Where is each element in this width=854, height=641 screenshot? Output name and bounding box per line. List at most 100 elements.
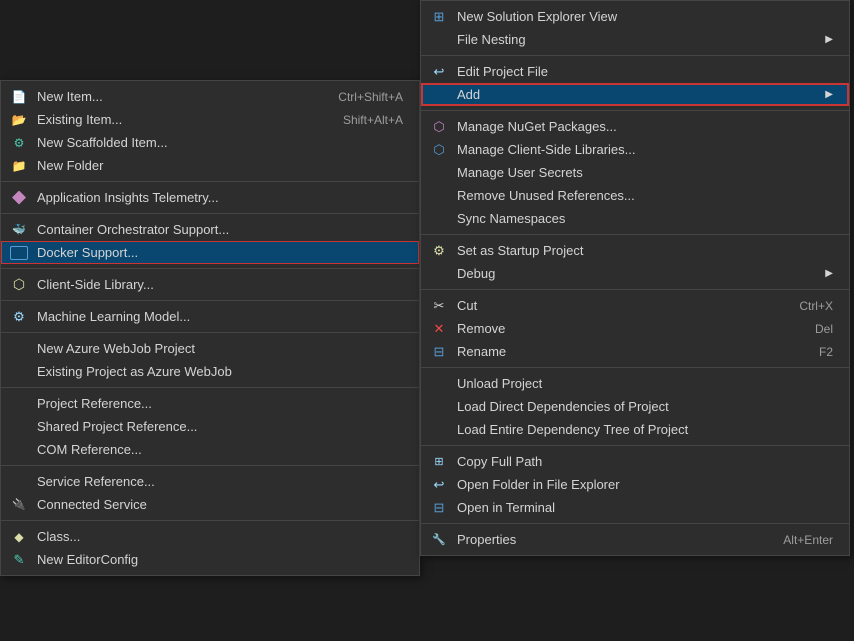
- menu-item-label: New Folder: [37, 158, 403, 173]
- menu-item-shortcut: Ctrl+Shift+A: [318, 90, 403, 104]
- add-submenu: New Item...Ctrl+Shift+AExisting Item...S…: [0, 80, 420, 576]
- right-menu-item-add[interactable]: Add▶: [421, 83, 849, 106]
- left-menu-item-class[interactable]: Class...: [1, 525, 419, 548]
- menu-item-label: Manage NuGet Packages...: [457, 119, 833, 134]
- menu-item-label: Connected Service: [37, 497, 403, 512]
- right-menu-item-sync-namespaces[interactable]: Sync Namespaces: [421, 207, 849, 230]
- copy-icon: [429, 452, 449, 472]
- left-menu-item-container-orchestrator[interactable]: Container Orchestrator Support...: [1, 218, 419, 241]
- left-menu-item-docker-support[interactable]: Docker Support...: [1, 241, 419, 264]
- menu-separator: [421, 55, 849, 56]
- nuget-icon: [429, 117, 449, 137]
- right-menu-item-open-terminal[interactable]: Open in Terminal: [421, 496, 849, 519]
- docker-icon: [9, 243, 29, 263]
- right-menu-item-debug[interactable]: Debug▶: [421, 262, 849, 285]
- menu-item-label: Application Insights Telemetry...: [37, 190, 403, 205]
- menu-item-label: Remove Unused References...: [457, 188, 833, 203]
- ml-icon: [9, 307, 29, 327]
- menu-separator: [421, 367, 849, 368]
- terminal-icon: [429, 498, 449, 518]
- menu-separator: [1, 181, 419, 182]
- menu-item-shortcut: Del: [795, 322, 833, 336]
- menu-item-shortcut: Shift+Alt+A: [323, 113, 403, 127]
- right-menu-item-edit-project-file[interactable]: Edit Project File: [421, 60, 849, 83]
- menu-item-label: Unload Project: [457, 376, 833, 391]
- left-menu-item-new-scaffolded[interactable]: New Scaffolded Item...: [1, 131, 419, 154]
- menu-item-label: Service Reference...: [37, 474, 403, 489]
- menu-item-label: Sync Namespaces: [457, 211, 833, 226]
- menu-item-label: Debug: [457, 266, 825, 281]
- left-menu-item-shared-project-ref[interactable]: Shared Project Reference...: [1, 415, 419, 438]
- menu-separator: [1, 387, 419, 388]
- left-menu-item-new-folder[interactable]: New Folder: [1, 154, 419, 177]
- menu-item-label: New Scaffolded Item...: [37, 135, 403, 150]
- class-icon: [9, 527, 29, 547]
- menu-item-label: Edit Project File: [457, 64, 833, 79]
- menu-item-label: COM Reference...: [37, 442, 403, 457]
- menu-separator: [1, 520, 419, 521]
- menu-separator: [1, 213, 419, 214]
- menu-separator: [1, 465, 419, 466]
- left-menu-item-service-ref[interactable]: Service Reference...: [1, 470, 419, 493]
- editorconfig-icon: [9, 550, 29, 570]
- right-menu-item-rename[interactable]: RenameF2: [421, 340, 849, 363]
- left-menu-item-connected-service[interactable]: Connected Service: [1, 493, 419, 516]
- left-menu-item-project-ref[interactable]: Project Reference...: [1, 392, 419, 415]
- explorer-icon: [429, 7, 449, 27]
- right-menu-item-copy-full-path[interactable]: Copy Full Path: [421, 450, 849, 473]
- menu-separator: [421, 445, 849, 446]
- menu-item-label: Project Reference...: [37, 396, 403, 411]
- left-menu-item-existing-azure[interactable]: Existing Project as Azure WebJob: [1, 360, 419, 383]
- menu-item-label: Set as Startup Project: [457, 243, 833, 258]
- right-menu-item-remove-unused-refs[interactable]: Remove Unused References...: [421, 184, 849, 207]
- edit-icon: [429, 62, 449, 82]
- menu-item-label: Rename: [457, 344, 799, 359]
- menu-item-label: New EditorConfig: [37, 552, 403, 567]
- right-menu-item-properties[interactable]: PropertiesAlt+Enter: [421, 528, 849, 551]
- right-menu-item-manage-user-secrets[interactable]: Manage User Secrets: [421, 161, 849, 184]
- right-menu-item-open-folder-explorer[interactable]: Open Folder in File Explorer: [421, 473, 849, 496]
- menu-separator: [421, 110, 849, 111]
- rename-icon: [429, 342, 449, 362]
- left-menu-item-com-ref[interactable]: COM Reference...: [1, 438, 419, 461]
- right-menu-item-cut[interactable]: CutCtrl+X: [421, 294, 849, 317]
- menu-item-label: Class...: [37, 529, 403, 544]
- main-context-menu: New Solution Explorer ViewFile Nesting▶E…: [420, 0, 850, 556]
- menu-separator: [1, 332, 419, 333]
- menu-separator: [1, 300, 419, 301]
- right-menu-item-remove[interactable]: RemoveDel: [421, 317, 849, 340]
- left-menu-item-new-item[interactable]: New Item...Ctrl+Shift+A: [1, 85, 419, 108]
- menu-item-label: Open Folder in File Explorer: [457, 477, 833, 492]
- menu-item-label: Cut: [457, 298, 779, 313]
- menu-item-label: Manage User Secrets: [457, 165, 833, 180]
- left-menu-item-azure-webjob[interactable]: New Azure WebJob Project: [1, 337, 419, 360]
- right-menu-item-load-direct-deps[interactable]: Load Direct Dependencies of Project: [421, 395, 849, 418]
- folder-icon: [9, 156, 29, 176]
- menu-item-label: File Nesting: [457, 32, 825, 47]
- right-menu-item-unload-project[interactable]: Unload Project: [421, 372, 849, 395]
- container-icon: [9, 220, 29, 240]
- right-menu-item-file-nesting[interactable]: File Nesting▶: [421, 28, 849, 51]
- menu-item-label: Docker Support...: [37, 245, 403, 260]
- left-menu-item-new-editorconfig[interactable]: New EditorConfig: [1, 548, 419, 571]
- menu-item-label: Add: [457, 87, 825, 102]
- left-menu-item-ml-model[interactable]: Machine Learning Model...: [1, 305, 419, 328]
- cut-icon: [429, 296, 449, 316]
- left-menu-item-app-insights[interactable]: Application Insights Telemetry...: [1, 186, 419, 209]
- properties-icon: [429, 530, 449, 550]
- new-item-icon: [9, 87, 29, 107]
- menu-item-label: Existing Item...: [37, 112, 323, 127]
- left-menu-item-client-side-lib[interactable]: Client-Side Library...: [1, 273, 419, 296]
- submenu-arrow-icon: ▶: [825, 89, 833, 100]
- right-menu-item-load-entire-tree[interactable]: Load Entire Dependency Tree of Project: [421, 418, 849, 441]
- menu-item-shortcut: F2: [799, 345, 833, 359]
- menu-item-label: Load Direct Dependencies of Project: [457, 399, 833, 414]
- right-menu-item-manage-nuget[interactable]: Manage NuGet Packages...: [421, 115, 849, 138]
- menu-item-label: Machine Learning Model...: [37, 309, 403, 324]
- right-menu-item-new-solution-explorer[interactable]: New Solution Explorer View: [421, 5, 849, 28]
- menu-separator: [421, 289, 849, 290]
- right-menu-item-set-startup[interactable]: Set as Startup Project: [421, 239, 849, 262]
- existing-icon: [9, 110, 29, 130]
- left-menu-item-existing-item[interactable]: Existing Item...Shift+Alt+A: [1, 108, 419, 131]
- right-menu-item-manage-client-libs[interactable]: Manage Client-Side Libraries...: [421, 138, 849, 161]
